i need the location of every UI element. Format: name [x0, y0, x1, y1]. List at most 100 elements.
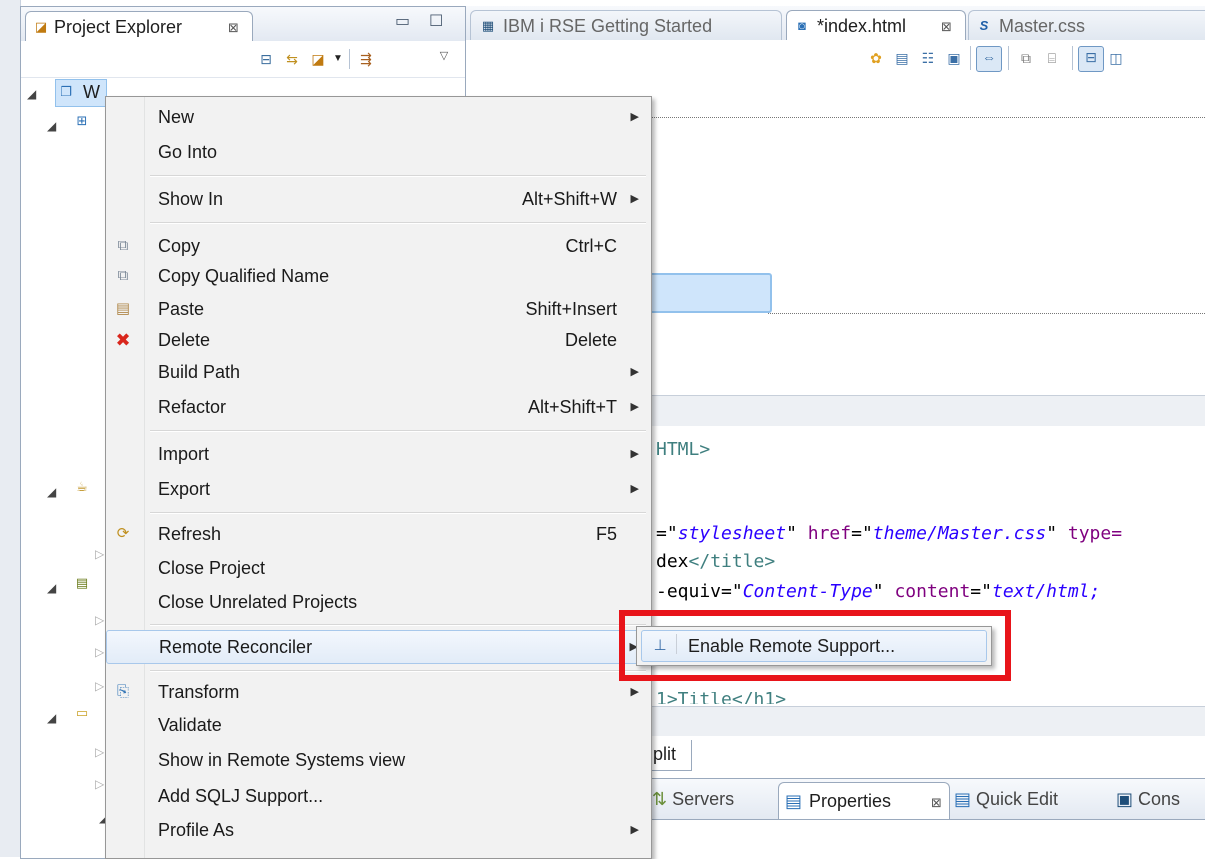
- menu-item-profile-as[interactable]: Profile As ▶: [106, 814, 651, 846]
- menu-item-new[interactable]: New ▶: [106, 101, 651, 133]
- tree-expand-icon[interactable]: ◢: [27, 87, 36, 101]
- menu-item-export[interactable]: Export ▶: [106, 473, 651, 505]
- tab-master-css[interactable]: S Master.css: [968, 10, 1205, 41]
- view-menu-icon[interactable]: ▽: [435, 47, 453, 65]
- close-icon[interactable]: ⊠: [931, 795, 942, 811]
- tree-collapsed-icon[interactable]: ▷: [95, 777, 104, 791]
- menu-separator: [150, 430, 646, 432]
- quick-edit-icon: ▤: [954, 789, 972, 809]
- code-token: text/html;: [991, 581, 1101, 602]
- code-line-3: ="stylesheet" href="theme/Master.css" ty…: [656, 522, 1122, 546]
- tab-servers[interactable]: ⇅ Servers: [652, 782, 734, 816]
- menu-item-refresh[interactable]: ⟳ Refresh F5: [106, 518, 651, 550]
- selected-design-element[interactable]: [645, 273, 772, 313]
- menu-item-delete[interactable]: ✖ Delete Delete: [106, 324, 651, 356]
- project-explorer-tab[interactable]: ◪ Project Explorer ⊠: [25, 11, 253, 42]
- tree-collapsed-icon[interactable]: ▷: [95, 547, 104, 561]
- split-horizontal-icon[interactable]: ⊟: [1078, 46, 1104, 72]
- menu-item-close-project[interactable]: Close Project: [106, 552, 651, 584]
- menu-item-build-path[interactable]: Build Path ▶: [106, 356, 651, 388]
- show-boundaries-icon[interactable]: ⇔: [976, 46, 1002, 72]
- maximize-icon[interactable]: ☐: [429, 11, 443, 31]
- code-token: ": [872, 581, 895, 602]
- menu-item-add-sqlj-support[interactable]: Add SQLJ Support...: [106, 780, 651, 812]
- collapse-all-icon[interactable]: ⊟: [257, 50, 275, 68]
- tab-rse-getting-started[interactable]: ▦ IBM i RSE Getting Started: [470, 10, 782, 41]
- menu-item-label: Remote Reconciler: [159, 637, 313, 657]
- tab-split[interactable]: plit: [650, 740, 692, 771]
- tab-properties[interactable]: ▤ Properties ⊠: [778, 782, 950, 819]
- menu-item-transform[interactable]: ⎘ Transform ▶: [106, 676, 651, 708]
- tab-label: plit: [653, 744, 677, 764]
- tab-quick-edit[interactable]: ▤ Quick Edit: [954, 782, 1058, 816]
- menu-item-validate[interactable]: Validate: [106, 709, 651, 741]
- project-explorer-tab-label: Project Explorer: [54, 17, 183, 37]
- split-vertical-icon[interactable]: ◫: [1106, 48, 1126, 68]
- submenu-arrow-icon: ▶: [630, 366, 639, 378]
- project-explorer-toolbar: ⊟ ⇆ ◪ ▼ ⇶ ▽: [21, 41, 465, 78]
- transform-icon: ⎘: [116, 683, 129, 700]
- tree-expand-icon[interactable]: ◢: [47, 119, 56, 133]
- code-token: HTML>: [656, 439, 711, 460]
- menu-item-import[interactable]: Import ▶: [106, 438, 651, 470]
- menu-item-show-in-remote-systems-view[interactable]: Show in Remote Systems view: [106, 744, 651, 776]
- device-icon[interactable]: ⌸: [1042, 48, 1062, 68]
- editor-toolbar: ✿ ▤ ☷ ▣ ⇔ ⧉ ⌸ ⊟ ◫: [466, 40, 1205, 76]
- close-icon[interactable]: ⊠: [228, 20, 239, 36]
- tree-collapsed-icon[interactable]: ▷: [95, 613, 104, 627]
- menu-item-label: Refresh: [158, 524, 222, 544]
- code-line-1: HTML>: [656, 438, 710, 462]
- tab-index-html[interactable]: ◙ *index.html ⊠: [786, 10, 966, 41]
- java-resources-icon: ☕: [76, 479, 88, 494]
- link-with-editor-icon[interactable]: ⇆: [283, 50, 301, 68]
- tree-collapsed-icon[interactable]: ▷: [95, 745, 104, 759]
- menu-item-label: Paste: [158, 299, 205, 319]
- frames-icon[interactable]: ▣: [944, 48, 964, 68]
- context-menu: New ▶ Go Into Show In Alt+Shift+W ▶ ⧉ Co…: [105, 96, 652, 859]
- deployment-descriptor-icon: ⊞: [76, 113, 88, 128]
- tree-expand-icon[interactable]: ◢: [47, 711, 56, 725]
- menu-item-copy-qualified-name[interactable]: ⧉ Copy Qualified Name: [106, 260, 651, 292]
- rse-page-icon: ▦: [481, 18, 495, 33]
- menu-item-copy[interactable]: ⧉ Copy Ctrl+C: [106, 230, 651, 262]
- view-menu-dropdown-icon[interactable]: ▼: [329, 50, 347, 68]
- code-token: =": [656, 523, 678, 544]
- table-icon[interactable]: ▤: [892, 48, 912, 68]
- tab-label: Servers: [672, 789, 735, 809]
- tab-console[interactable]: ▣ Cons: [1116, 782, 1180, 816]
- menu-separator: [150, 222, 646, 224]
- menu-item-label: Show In: [158, 189, 224, 209]
- menu-item-paste[interactable]: ▤ Paste Shift+Insert: [106, 293, 651, 325]
- toolbar-separator: [1008, 46, 1009, 70]
- tree-expand-icon[interactable]: ◢: [47, 581, 56, 595]
- paste-icon: ▤: [115, 300, 131, 317]
- webcontent-folder-icon: ▭: [75, 705, 89, 720]
- code-token: 1>Title</h1>: [656, 692, 787, 704]
- menu-item-label: Add SQLJ Support...: [158, 786, 324, 806]
- menu-item-remote-reconciler[interactable]: Remote Reconciler ▶: [106, 630, 651, 664]
- menu-item-shortcut: Ctrl+C: [565, 236, 617, 256]
- menu-item-refactor[interactable]: Refactor Alt+Shift+T ▶: [106, 391, 651, 423]
- design-boundary-line: [768, 313, 1205, 314]
- code-token: =": [970, 581, 992, 602]
- menu-item-close-unrelated-projects[interactable]: Close Unrelated Projects: [106, 586, 651, 618]
- tree-expand-icon[interactable]: ◢: [47, 485, 56, 499]
- tab-label: Master.css: [999, 16, 1086, 36]
- code-token: -equiv=": [656, 581, 743, 602]
- close-icon[interactable]: ⊠: [941, 19, 952, 35]
- preview-icon[interactable]: ⧉: [1016, 48, 1036, 68]
- menu-item-label: Go Into: [158, 142, 218, 162]
- tree-collapsed-icon[interactable]: ▷: [95, 645, 104, 659]
- menu-item-shortcut: Alt+Shift+T: [527, 397, 617, 417]
- menu-item-label: Close Unrelated Projects: [158, 592, 358, 612]
- minimize-icon[interactable]: ▭: [395, 11, 410, 31]
- menu-item-show-in[interactable]: Show In Alt+Shift+W ▶: [106, 183, 651, 215]
- filter-icon[interactable]: ⇶: [357, 50, 375, 68]
- tree-collapsed-icon[interactable]: ▷: [95, 679, 104, 693]
- palette-icon[interactable]: ✿: [866, 48, 886, 68]
- menu-item-go-into[interactable]: Go Into: [106, 136, 651, 168]
- menu-separator: [150, 624, 646, 626]
- new-project-icon[interactable]: ◪: [309, 50, 327, 68]
- layout-icon[interactable]: ☷: [918, 48, 938, 68]
- menu-item-label: Close Project: [158, 558, 266, 578]
